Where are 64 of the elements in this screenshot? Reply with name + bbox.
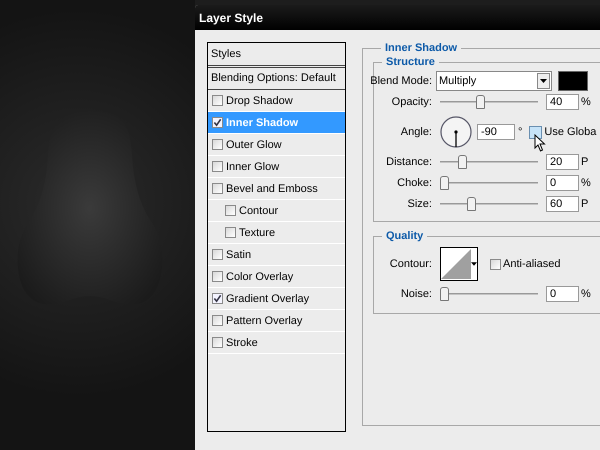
checkbox[interactable] [212, 293, 223, 304]
checkbox[interactable] [225, 205, 236, 216]
style-list-item[interactable]: Pattern Overlay [208, 310, 345, 332]
unit-label: P [581, 198, 588, 210]
contour-curve-icon [441, 249, 471, 279]
cursor-arrow-icon [534, 134, 546, 152]
style-list-item[interactable]: Bevel and Emboss [208, 178, 345, 200]
window-title: Layer Style [199, 10, 264, 24]
group-title: Quality [385, 230, 424, 242]
color-swatch[interactable] [558, 71, 588, 91]
unit-label: % [581, 288, 591, 300]
unit-label: ° [518, 126, 522, 138]
group-title: Inner Shadow [384, 42, 458, 54]
slider-label: Opacity: [390, 96, 433, 108]
style-list-item[interactable]: Contour [208, 200, 345, 222]
caret-icon [537, 73, 550, 89]
checkbox[interactable] [212, 271, 223, 282]
checkbox[interactable] [490, 258, 501, 270]
contour-picker[interactable] [440, 247, 478, 281]
style-list-item[interactable]: Stroke [208, 332, 345, 354]
style-list-item[interactable]: Color Overlay [208, 266, 345, 288]
value-field[interactable]: 0 [546, 286, 579, 302]
slider-label: Distance: [385, 156, 433, 168]
value-field[interactable]: 20 [546, 154, 579, 170]
contour-label: Contour: [388, 258, 433, 270]
unit-label: % [581, 96, 591, 108]
style-list-item[interactable]: Texture [208, 222, 345, 244]
value-field[interactable]: 60 [546, 196, 579, 212]
blending-options-item[interactable]: Blending Options: Default [208, 68, 345, 90]
checkbox[interactable] [212, 337, 223, 348]
slider-thumb[interactable] [467, 197, 476, 211]
checkbox[interactable] [212, 183, 223, 194]
slider-thumb[interactable] [476, 95, 485, 109]
slider-label: Size: [406, 198, 433, 210]
checkbox[interactable] [225, 227, 236, 238]
slider-label: Choke: [396, 177, 433, 189]
slider-thumb[interactable] [458, 155, 467, 169]
style-list-item[interactable]: Inner Glow [208, 156, 345, 178]
checkbox-label: Use Globa [544, 126, 596, 138]
value-field[interactable]: 0 [546, 175, 579, 191]
style-list-item[interactable]: Satin [208, 244, 345, 266]
checkbox-label: Anti-aliased [503, 258, 560, 270]
unit-label: % [581, 177, 591, 189]
unit-label: P [581, 156, 588, 168]
checkbox[interactable] [212, 117, 223, 128]
checkbox[interactable] [212, 95, 223, 106]
checkbox[interactable] [212, 249, 223, 260]
style-list-item[interactable]: Outer Glow [208, 134, 345, 156]
caret-icon [471, 262, 477, 266]
slider-label: Noise: [400, 288, 433, 300]
blend-mode-dropdown[interactable]: Multiply [436, 71, 552, 91]
slider-thumb[interactable] [440, 287, 449, 301]
checkbox[interactable] [212, 161, 223, 172]
styles-header[interactable]: Styles [208, 43, 345, 68]
value-field[interactable]: 40 [546, 94, 579, 110]
slider-thumb[interactable] [440, 176, 449, 190]
angle-dial-icon[interactable] [440, 116, 472, 148]
angle-label: Angle: [400, 126, 433, 138]
angle-field[interactable]: -90 [477, 124, 515, 140]
style-list-item[interactable]: Gradient Overlay [208, 288, 345, 310]
checkbox[interactable] [212, 315, 223, 326]
checkbox[interactable] [529, 126, 542, 138]
checkbox[interactable] [212, 139, 223, 150]
group-title: Structure [385, 56, 436, 68]
